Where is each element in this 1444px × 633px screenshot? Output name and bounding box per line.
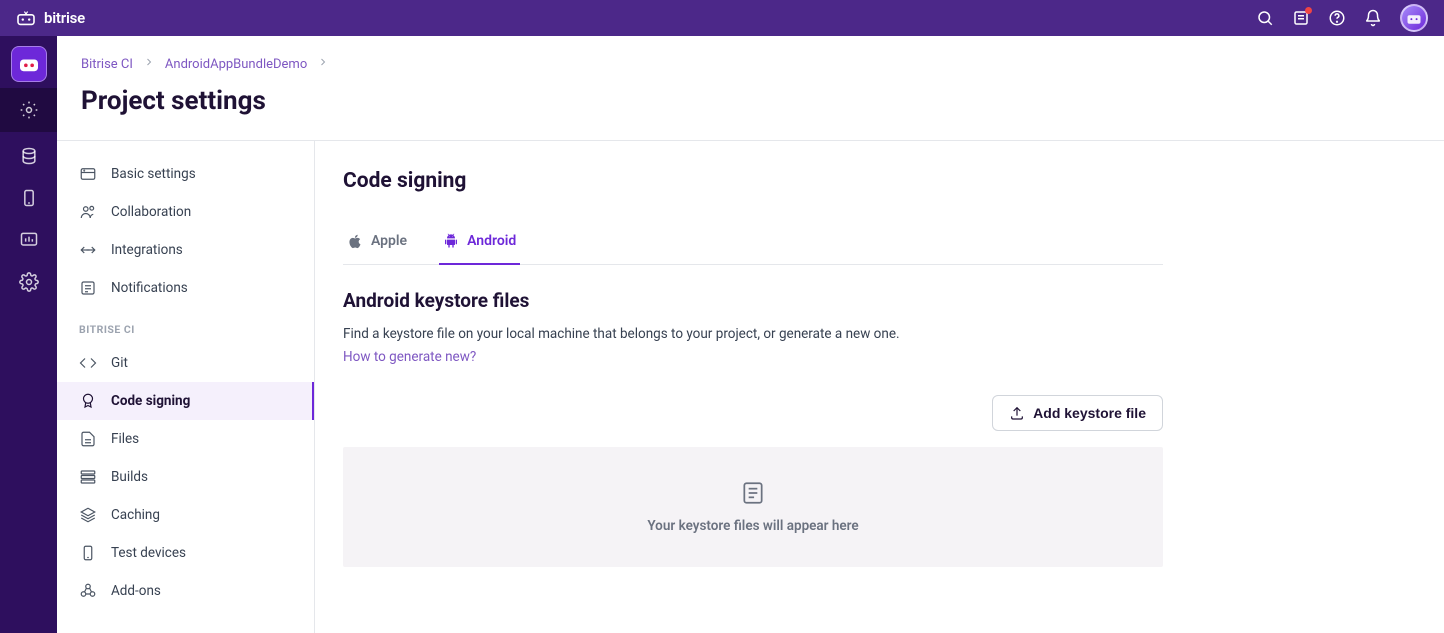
chevron-right-icon <box>317 56 329 72</box>
notifications-icon[interactable] <box>1364 9 1382 27</box>
sidebar-item-label: Collaboration <box>111 204 191 220</box>
button-label: Add keystore file <box>1033 405 1146 421</box>
news-icon[interactable] <box>1292 9 1310 27</box>
sidebar-item-collaboration[interactable]: Collaboration <box>57 193 314 231</box>
help-icon[interactable] <box>1328 9 1346 27</box>
sidebar-item-label: Git <box>111 355 128 371</box>
sidebar-item-label: Add-ons <box>111 583 161 599</box>
rail-item-overview[interactable] <box>0 88 57 132</box>
sidebar-section-label: BITRISE CI <box>57 307 314 344</box>
brand[interactable]: bitrise <box>16 9 85 27</box>
rail-item-insights[interactable] <box>11 222 47 258</box>
chevron-right-icon <box>143 56 155 72</box>
brand-logo-icon <box>16 10 36 26</box>
sidebar-item-git[interactable]: Git <box>57 344 314 382</box>
breadcrumb-project[interactable]: AndroidAppBundleDemo <box>165 57 307 72</box>
section-description: Find a keystore file on your local machi… <box>343 326 1163 342</box>
add-keystore-button[interactable]: Add keystore file <box>992 395 1163 431</box>
sidebar-item-caching[interactable]: Caching <box>57 496 314 534</box>
how-to-generate-link[interactable]: How to generate new? <box>343 349 476 365</box>
breadcrumb: Bitrise CI AndroidAppBundleDemo <box>81 56 1420 72</box>
tab-label: Android <box>467 233 516 249</box>
sidebar-item-label: Notifications <box>111 280 188 296</box>
sidebar-item-label: Code signing <box>111 393 190 409</box>
page-title: Project settings <box>81 86 1420 116</box>
tab-android[interactable]: Android <box>439 221 520 265</box>
sidebar-item-label: Files <box>111 431 139 447</box>
search-icon[interactable] <box>1256 9 1274 27</box>
brand-name: bitrise <box>44 9 85 27</box>
sidebar-item-basic-settings[interactable]: Basic settings <box>57 155 314 193</box>
rail-app-icon[interactable] <box>11 46 47 82</box>
sidebar-item-integrations[interactable]: Integrations <box>57 231 314 269</box>
rail-item-builds[interactable] <box>11 138 47 174</box>
sidebar-item-builds[interactable]: Builds <box>57 458 314 496</box>
sidebar-item-label: Test devices <box>111 545 186 561</box>
rail-item-settings[interactable] <box>11 264 47 300</box>
sidebar-item-add-ons[interactable]: Add-ons <box>57 572 314 610</box>
section-title: Android keystore files <box>343 289 1163 312</box>
apple-icon <box>347 233 363 249</box>
avatar[interactable] <box>1400 4 1428 32</box>
sidebar-item-files[interactable]: Files <box>57 420 314 458</box>
sidebar-item-label: Builds <box>111 469 148 485</box>
sidebar-item-label: Basic settings <box>111 166 196 182</box>
sidebar-item-label: Integrations <box>111 242 183 258</box>
panel-title: Code signing <box>343 169 1163 193</box>
tab-apple[interactable]: Apple <box>343 221 411 265</box>
empty-state: Your keystore files will appear here <box>343 447 1163 567</box>
android-icon <box>443 233 459 249</box>
sidebar-item-notifications[interactable]: Notifications <box>57 269 314 307</box>
upload-icon <box>1009 405 1025 421</box>
tab-label: Apple <box>371 233 407 249</box>
notification-dot <box>1305 7 1312 14</box>
sidebar-item-code-signing[interactable]: Code signing <box>57 382 314 420</box>
sidebar-item-label: Caching <box>111 507 160 523</box>
document-icon <box>740 480 766 506</box>
rail-item-mobile[interactable] <box>11 180 47 216</box>
breadcrumb-workspace[interactable]: Bitrise CI <box>81 57 133 72</box>
sidebar-item-test-devices[interactable]: Test devices <box>57 534 314 572</box>
empty-text: Your keystore files will appear here <box>647 518 858 534</box>
